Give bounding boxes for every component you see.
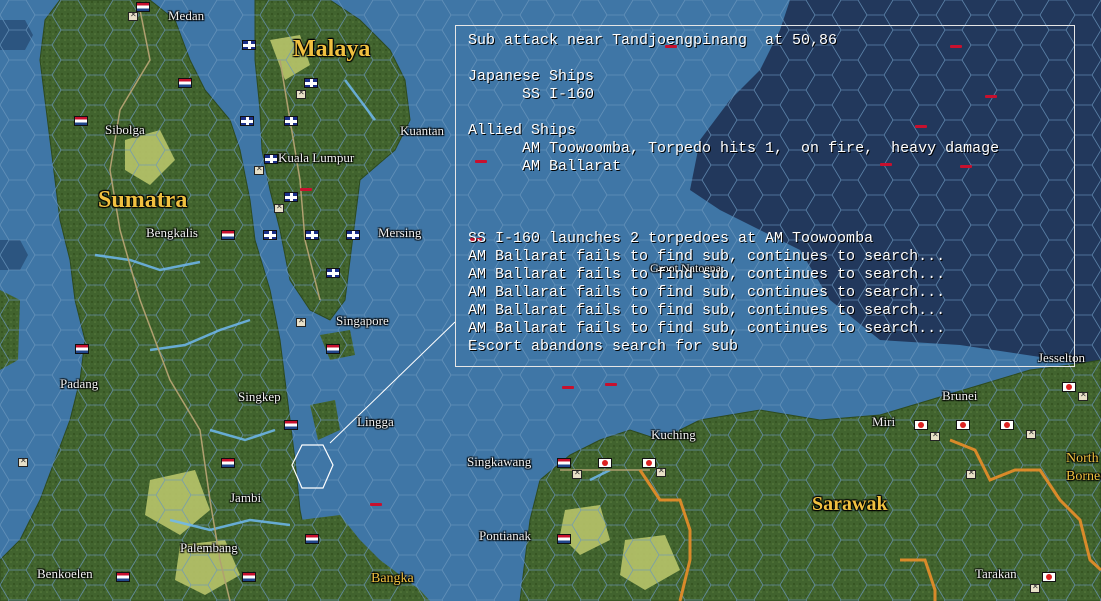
combat-report-line: SS I-160 — [468, 86, 595, 103]
combat-report-title: Sub attack near Tandjoengpinang at 50,86 — [468, 32, 838, 49]
dutch-flag-icon[interactable] — [116, 572, 130, 582]
region-label-sarawak: Sarawak — [812, 493, 888, 515]
dutch-flag-icon[interactable] — [326, 344, 340, 354]
place-label: Pontianak — [479, 528, 531, 543]
japanese-flag-icon[interactable] — [914, 420, 928, 430]
combat-report-line: AM Ballarat fails to find sub, continues… — [468, 302, 946, 319]
dutch-flag-icon[interactable] — [221, 230, 235, 240]
british-flag-icon[interactable] — [263, 230, 277, 240]
ship-marker[interactable] — [605, 383, 617, 386]
combat-report-line: AM Toowoomba, Torpedo hits 1, on fire, h… — [468, 140, 1000, 157]
combat-report-line — [468, 194, 1074, 212]
british-flag-icon[interactable] — [305, 230, 319, 240]
place-label: Lingga — [357, 414, 394, 429]
unit-counter-icon[interactable] — [1078, 390, 1088, 401]
combat-report-line — [468, 50, 1074, 68]
place-label: Medan — [168, 8, 205, 23]
ship-marker[interactable] — [370, 503, 382, 506]
place-label: Kuching — [651, 427, 696, 442]
unit-counter-icon[interactable] — [1030, 582, 1040, 593]
japanese-flag-icon[interactable] — [642, 458, 656, 468]
place-label: Mersing — [378, 225, 422, 240]
dutch-flag-icon[interactable] — [284, 420, 298, 430]
british-flag-icon[interactable] — [264, 154, 278, 164]
combat-report-line: Japanese Ships — [468, 68, 595, 85]
place-label: Brunei — [942, 388, 978, 403]
place-label: Padang — [60, 376, 99, 391]
combat-report-line: Escort abandons search for sub — [468, 338, 739, 355]
japanese-flag-icon[interactable] — [1042, 572, 1056, 582]
dutch-flag-icon[interactable] — [178, 78, 192, 88]
unit-counter-icon[interactable] — [296, 316, 306, 327]
place-label: Tarakan — [975, 566, 1017, 581]
region-label-sumatra: Sumatra — [98, 187, 188, 213]
dutch-flag-icon[interactable] — [75, 344, 89, 354]
dutch-flag-icon[interactable] — [74, 116, 88, 126]
place-label: Singapore — [336, 313, 389, 328]
dutch-flag-icon[interactable] — [557, 458, 571, 468]
place-label: Benkoelen — [37, 566, 93, 581]
combat-report-line — [468, 176, 1074, 194]
british-flag-icon[interactable] — [326, 268, 340, 278]
place-label: Kuantan — [400, 123, 445, 138]
unit-counter-icon[interactable] — [1026, 428, 1036, 439]
british-flag-icon[interactable] — [284, 116, 298, 126]
place-label: Jambi — [230, 490, 262, 505]
unit-counter-icon[interactable] — [656, 466, 666, 477]
japanese-flag-icon[interactable] — [1062, 382, 1076, 392]
dutch-flag-icon[interactable] — [242, 572, 256, 582]
unit-counter-icon[interactable] — [18, 456, 28, 467]
region-label-bangka: Bangka — [371, 571, 414, 586]
british-flag-icon[interactable] — [284, 192, 298, 202]
place-label: Singkawang — [467, 454, 532, 469]
place-label: Palembang — [180, 540, 238, 555]
place-label: Bengkalis — [146, 225, 198, 240]
dutch-flag-icon[interactable] — [221, 458, 235, 468]
combat-report-line — [468, 104, 1074, 122]
ship-marker[interactable] — [300, 188, 312, 191]
unit-counter-icon[interactable] — [930, 430, 940, 441]
dutch-flag-icon[interactable] — [557, 534, 571, 544]
british-flag-icon[interactable] — [242, 40, 256, 50]
unit-counter-icon[interactable] — [296, 88, 306, 99]
japanese-flag-icon[interactable] — [1000, 420, 1014, 430]
place-label: Sibolga — [105, 122, 145, 137]
combat-report-line: SS I-160 launches 2 torpedoes at AM Toow… — [468, 230, 874, 247]
combat-report-line: AM Ballarat fails to find sub, continues… — [468, 284, 946, 301]
unit-counter-icon[interactable] — [274, 202, 284, 213]
unit-counter-icon[interactable] — [128, 10, 138, 21]
place-label: Kuala Lumpur — [278, 150, 355, 165]
british-flag-icon[interactable] — [240, 116, 254, 126]
dutch-flag-icon[interactable] — [305, 534, 319, 544]
dutch-flag-icon[interactable] — [136, 2, 150, 12]
combat-report-line: Allied Ships — [468, 122, 577, 139]
region-label-malaya: Malaya — [293, 36, 371, 62]
unit-counter-icon[interactable] — [254, 164, 264, 175]
combat-report-panel[interactable]: Sub attack near Tandjoengpinang at 50,86… — [455, 25, 1075, 367]
british-flag-icon[interactable] — [304, 78, 318, 88]
place-label: Singkep — [238, 389, 281, 404]
combat-report-line: AM Ballarat fails to find sub, continues… — [468, 266, 946, 283]
combat-report-line — [468, 212, 1074, 230]
british-flag-icon[interactable] — [346, 230, 360, 240]
combat-report-line: AM Ballarat fails to find sub, continues… — [468, 248, 946, 265]
ship-marker[interactable] — [562, 386, 574, 389]
japanese-flag-icon[interactable] — [956, 420, 970, 430]
place-label: Miri — [872, 414, 896, 429]
combat-report-line: AM Ballarat fails to find sub, continues… — [468, 320, 946, 337]
japanese-flag-icon[interactable] — [598, 458, 612, 468]
unit-counter-icon[interactable] — [966, 468, 976, 479]
unit-counter-icon[interactable] — [572, 468, 582, 479]
region-label-north-borneo: North Borneo — [1066, 451, 1101, 484]
combat-report-line: AM Ballarat — [468, 158, 622, 175]
